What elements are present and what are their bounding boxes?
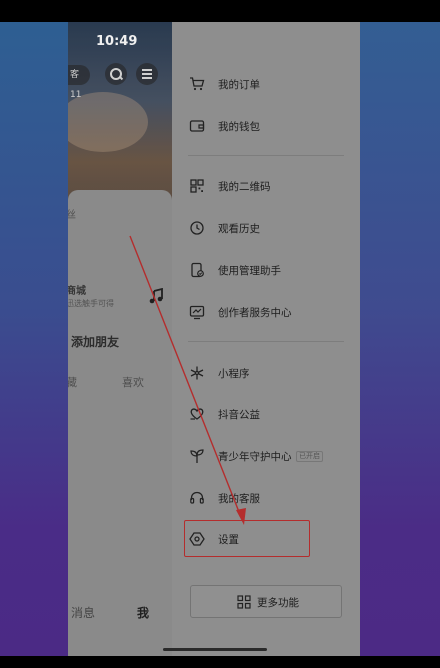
menu-item-creator-center[interactable]: 创作者服务中心 [172,295,360,329]
menu-item-charity[interactable]: 抖音公益 [172,397,360,431]
drawer-divider [188,341,344,342]
headset-icon [190,491,204,504]
charity-icon [190,408,204,420]
wallet-icon [189,120,205,132]
qr-code-icon [190,179,204,193]
profile-page: 10:49 客11 丝 商城 迅选触手可得 添加朋友 藏 喜欢 消息 我 [68,22,172,656]
phone-manage-icon [191,262,204,278]
menu-label-mini-program: 小程序 [218,368,250,380]
settings-highlight-box [184,520,310,557]
profile-overlay [68,22,172,656]
status-badge: 已开启 [296,451,323,462]
creator-icon [189,305,205,320]
menu-label-orders: 我的订单 [218,79,260,91]
clock-icon [190,221,204,235]
background-right [360,22,440,656]
menu-label-usage-manager: 使用管理助手 [218,265,281,277]
side-drawer: 我的订单 我的钱包 我的二维码 观看历史 使用管理助手 创作者服务中心 小程序 … [172,22,360,656]
menu-item-usage-manager[interactable]: 使用管理助手 [172,253,360,287]
drawer-divider [188,155,344,156]
mini-program-icon [190,366,204,380]
sprout-icon [190,449,204,463]
menu-item-mini-program[interactable]: 小程序 [172,356,360,390]
phone-screen: 10:49 客11 丝 商城 迅选触手可得 添加朋友 藏 喜欢 消息 我 我的订 [68,22,360,656]
menu-item-wallet[interactable]: 我的钱包 [172,109,360,143]
home-indicator [163,648,267,651]
menu-label-charity: 抖音公益 [218,409,260,421]
menu-item-orders[interactable]: 我的订单 [172,67,360,101]
grid-icon [237,595,251,609]
menu-label-qr-code: 我的二维码 [218,181,271,193]
menu-item-customer-service[interactable]: 我的客服 [172,481,360,515]
more-features-label: 更多功能 [257,597,299,609]
menu-label-watch-history: 观看历史 [218,223,260,235]
menu-item-youth-protection[interactable]: 青少年守护中心 已开启 [172,439,360,473]
more-features-button[interactable]: 更多功能 [190,585,342,618]
menu-label-customer-service: 我的客服 [218,493,260,505]
menu-item-qr-code[interactable]: 我的二维码 [172,169,360,203]
background-left [0,22,68,656]
menu-item-watch-history[interactable]: 观看历史 [172,211,360,245]
menu-label-creator-center: 创作者服务中心 [218,307,292,319]
cart-icon [190,77,205,91]
menu-label-wallet: 我的钱包 [218,121,260,133]
menu-label-youth-protection: 青少年守护中心 [218,451,292,463]
